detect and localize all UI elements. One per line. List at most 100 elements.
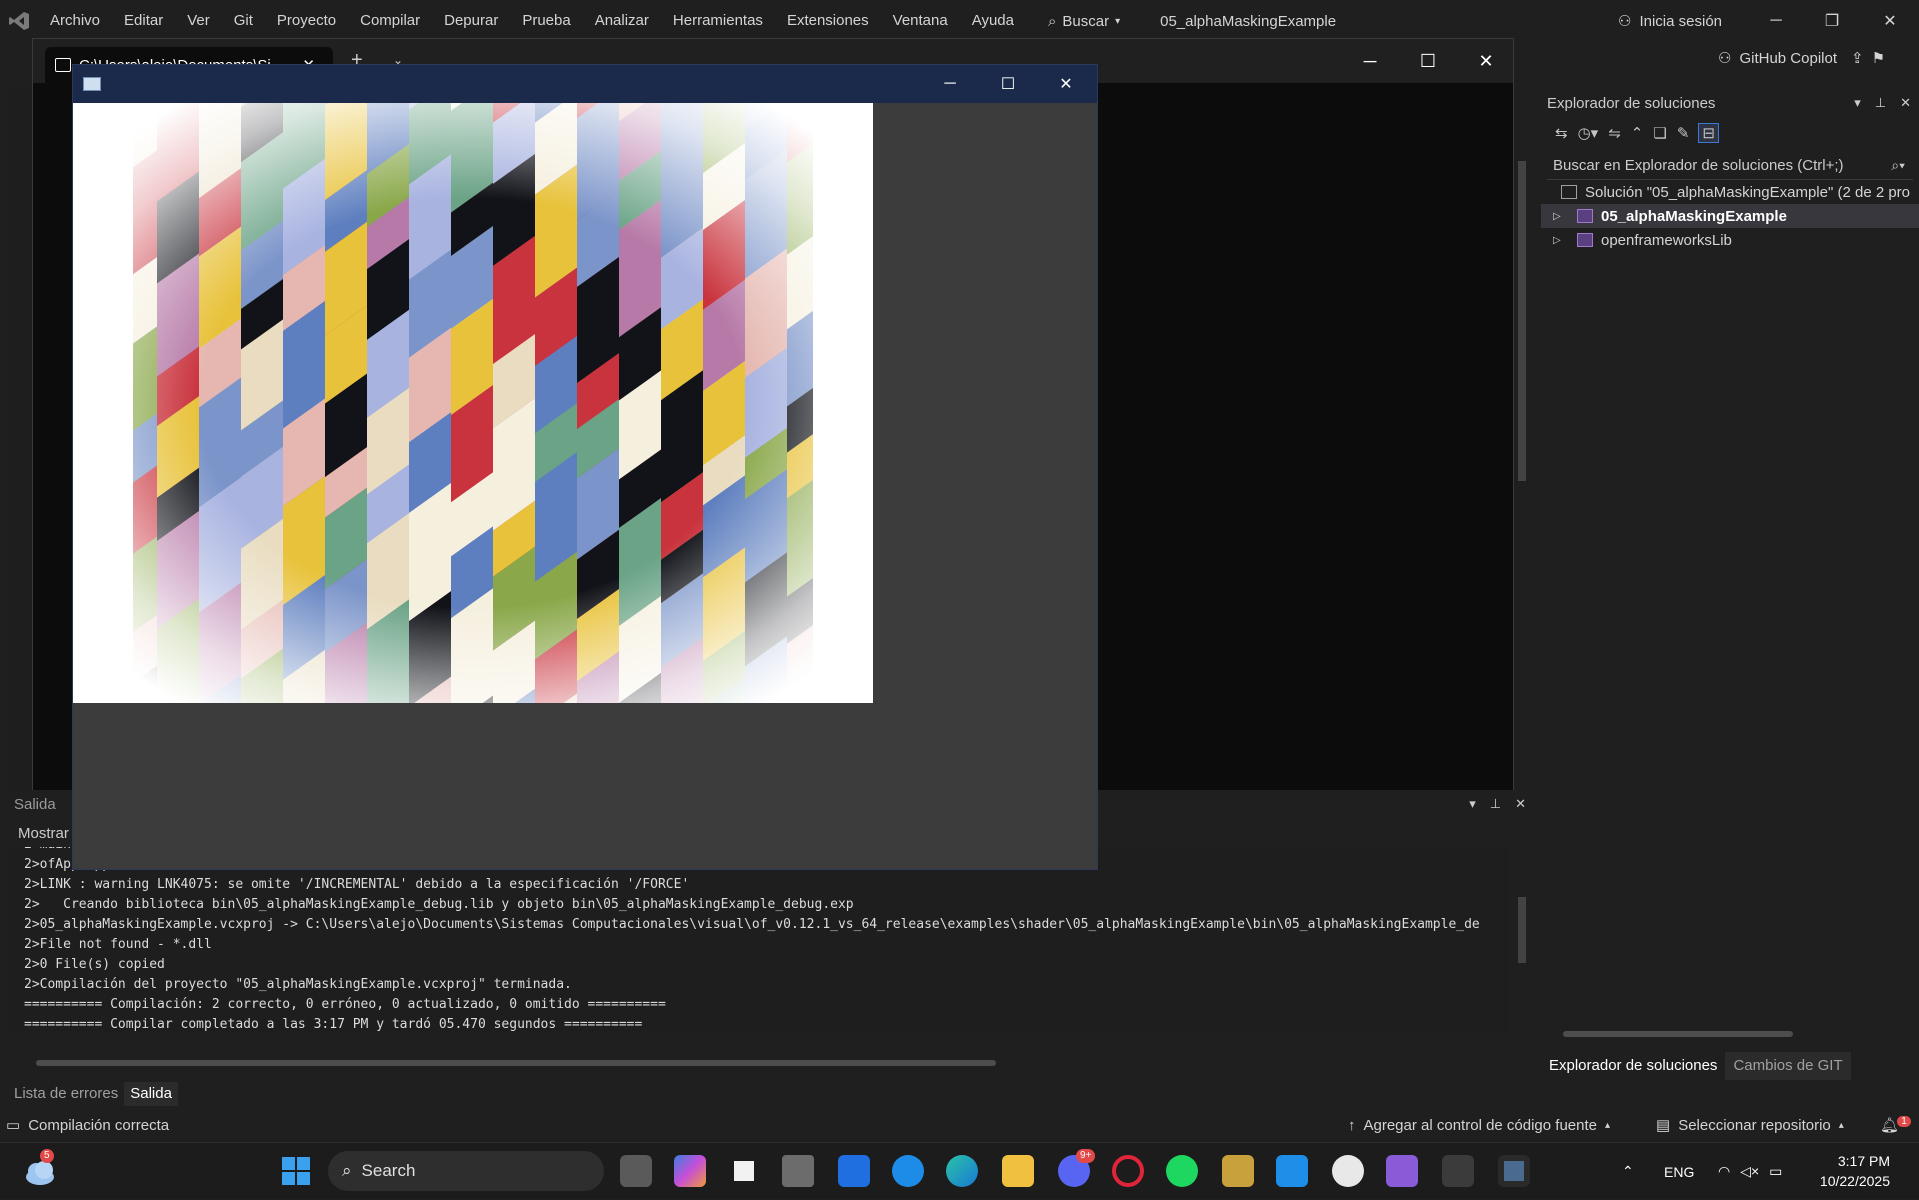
edge-icon[interactable] — [946, 1155, 978, 1187]
share-icon[interactable]: ⇪ — [1851, 49, 1864, 67]
copilot-app-icon[interactable] — [674, 1155, 706, 1187]
tab-git-changes[interactable]: Cambios de GIT — [1725, 1052, 1850, 1080]
system-tray[interactable]: ◠ ◁× ▭ — [1718, 1143, 1782, 1200]
output-line: 2>0 File(s) copied — [8, 955, 1508, 975]
output-hscrollbar[interactable] — [16, 1056, 1510, 1070]
menu-archivo[interactable]: Archivo — [38, 0, 112, 42]
terminal-minimize-button[interactable]: ─ — [1341, 39, 1399, 83]
app-canvas[interactable] — [73, 103, 873, 703]
collapse-all-icon[interactable]: ⌃ — [1631, 124, 1644, 142]
switch-views-icon[interactable]: ⇆ — [1555, 124, 1568, 142]
search-icon: ⌕ — [342, 1161, 352, 1181]
solution-search-placeholder: Buscar en Explorador de soluciones (Ctrl… — [1553, 157, 1844, 174]
notifications-button[interactable]: 🔔︎ 1 — [1880, 1116, 1917, 1135]
bell-icon: 🔔︎ — [1880, 1117, 1899, 1134]
app-titlebar: ─ ☐ ✕ — [73, 65, 1097, 103]
clock-time: 3:17 PM — [1818, 1151, 1890, 1171]
start-button[interactable] — [282, 1157, 310, 1185]
terminal-close-button[interactable]: ✕ — [1457, 39, 1515, 83]
sync-icon[interactable]: ⇋ — [1608, 124, 1621, 142]
volume-muted-icon: ◁× — [1740, 1163, 1759, 1180]
solution-node[interactable]: Solución "05_alphaMaskingExample" (2 de … — [1541, 180, 1919, 204]
league-icon[interactable] — [1222, 1155, 1254, 1187]
menu-editar[interactable]: Editar — [112, 0, 175, 42]
project-label: openframeworksLib — [1601, 232, 1732, 249]
menu-depurar[interactable]: Depurar — [432, 0, 510, 42]
feedback-icon[interactable]: ⚑ — [1872, 49, 1885, 67]
project-node[interactable]: ▷ openframeworksLib — [1541, 228, 1919, 252]
properties-icon[interactable]: ✎ — [1677, 124, 1690, 142]
menu-compilar[interactable]: Compilar — [348, 0, 432, 42]
store-icon[interactable] — [728, 1155, 760, 1187]
language-indicator[interactable]: ENG — [1664, 1143, 1694, 1200]
app-minimize-button[interactable]: ─ — [921, 65, 979, 103]
show-all-files-icon[interactable]: ❏ — [1653, 124, 1666, 142]
menu-proyecto[interactable]: Proyecto — [265, 0, 348, 42]
global-search[interactable]: ⌕ Buscar ▾ — [1048, 13, 1120, 30]
chevron-down-icon: ▾ — [1115, 16, 1120, 27]
copilot-button[interactable]: ⚇ GitHub Copilot ⇪ ⚑ — [1718, 42, 1885, 74]
vs-close-button[interactable]: ✕ — [1866, 0, 1914, 42]
terminal-icon[interactable] — [1442, 1155, 1474, 1187]
copilot-label: GitHub Copilot — [1739, 50, 1837, 67]
menu-herramientas[interactable]: Herramientas — [661, 0, 775, 42]
expand-icon[interactable]: ▷ — [1553, 211, 1577, 222]
close-icon[interactable]: ✕ — [1900, 95, 1911, 111]
history-icon[interactable]: ◷▾ — [1578, 124, 1599, 142]
tray-overflow-icon[interactable]: ⌃ — [1622, 1143, 1634, 1200]
weather-widget[interactable]: 5 — [22, 1153, 58, 1189]
app-close-button[interactable]: ✕ — [1037, 65, 1095, 103]
vs-minimize-button[interactable]: ─ — [1752, 0, 1800, 42]
expand-icon[interactable]: ▷ — [1553, 235, 1577, 246]
obs-icon[interactable] — [1332, 1155, 1364, 1187]
app-window-icon — [83, 77, 101, 91]
search-icon: ⌕ — [1048, 13, 1056, 30]
menu-extensiones[interactable]: Extensiones — [775, 0, 881, 42]
output-line: 2>05_alphaMaskingExample.vcxproj -> C:\U… — [8, 915, 1508, 935]
tab-solution-explorer[interactable]: Explorador de soluciones — [1541, 1052, 1725, 1080]
tab-output[interactable]: Salida — [124, 1082, 178, 1106]
menu-git[interactable]: Git — [222, 0, 265, 42]
signin-button[interactable]: ⚇ Inicia sesión — [1618, 0, 1722, 42]
terminal-maximize-button[interactable]: ☐ — [1399, 39, 1457, 83]
clock[interactable]: 3:17 PM 10/22/2025 — [1818, 1151, 1890, 1191]
vs-restore-button[interactable]: ❐ — [1808, 0, 1856, 42]
menu-prueba[interactable]: Prueba — [510, 0, 582, 42]
menu-ver[interactable]: Ver — [175, 0, 222, 42]
output-text[interactable]: 2>main 2>ofApp.cpp 2>LINK : warning LNK4… — [8, 847, 1508, 1033]
solution-hscrollbar[interactable] — [1551, 1028, 1917, 1040]
taskbar-search[interactable]: ⌕ Search — [328, 1151, 604, 1191]
chevron-down-icon[interactable]: ▾ — [1469, 796, 1476, 812]
vscode-icon[interactable] — [1276, 1155, 1308, 1187]
editor-scrollbar[interactable] — [1515, 151, 1529, 741]
project-node[interactable]: ▷ 05_alphaMaskingExample — [1541, 204, 1919, 228]
close-icon[interactable]: ✕ — [1515, 796, 1526, 812]
add-source-control-button[interactable]: ↑ Agregar al control de código fuente ▴ — [1348, 1117, 1610, 1134]
select-repo-button[interactable]: ▤ Seleccionar repositorio ▴ — [1656, 1116, 1844, 1134]
task-view-icon[interactable] — [620, 1155, 652, 1187]
unity-icon[interactable] — [782, 1155, 814, 1187]
arrow-up-icon: ↑ — [1348, 1117, 1356, 1134]
visual-studio-icon[interactable] — [1386, 1155, 1418, 1187]
menu-ayuda[interactable]: Ayuda — [960, 0, 1026, 42]
chevron-down-icon[interactable]: ▾ — [1854, 95, 1861, 111]
solution-search-input[interactable]: Buscar en Explorador de soluciones (Ctrl… — [1547, 152, 1913, 180]
output-vscrollbar[interactable] — [1512, 847, 1532, 1047]
discord-icon[interactable]: 9+ — [1058, 1155, 1090, 1187]
app-maximize-button[interactable]: ☐ — [979, 65, 1037, 103]
menu-ventana[interactable]: Ventana — [881, 0, 960, 42]
app-taskbar-icon[interactable] — [1498, 1155, 1530, 1187]
pin-icon[interactable]: ⊥ — [1490, 796, 1501, 812]
menu-analizar[interactable]: Analizar — [583, 0, 661, 42]
azure-icon[interactable] — [838, 1155, 870, 1187]
status-bar: ▭ Compilación correcta ↑ Agregar al cont… — [0, 1110, 1919, 1140]
pin-icon[interactable]: ⊥ — [1875, 95, 1886, 111]
tab-error-list[interactable]: Lista de errores — [8, 1082, 124, 1106]
weather-badge: 5 — [40, 1149, 54, 1163]
opera-icon[interactable] — [1112, 1155, 1144, 1187]
file-explorer-icon[interactable] — [1002, 1155, 1034, 1187]
spotify-icon[interactable] — [1166, 1155, 1198, 1187]
solution-explorer: Explorador de soluciones ▾ ⊥ ✕ ⇆ ◷▾ ⇋ ⌃ … — [1541, 88, 1919, 1080]
teamviewer-icon[interactable] — [892, 1155, 924, 1187]
preview-icon[interactable]: ⊟ — [1699, 124, 1718, 142]
